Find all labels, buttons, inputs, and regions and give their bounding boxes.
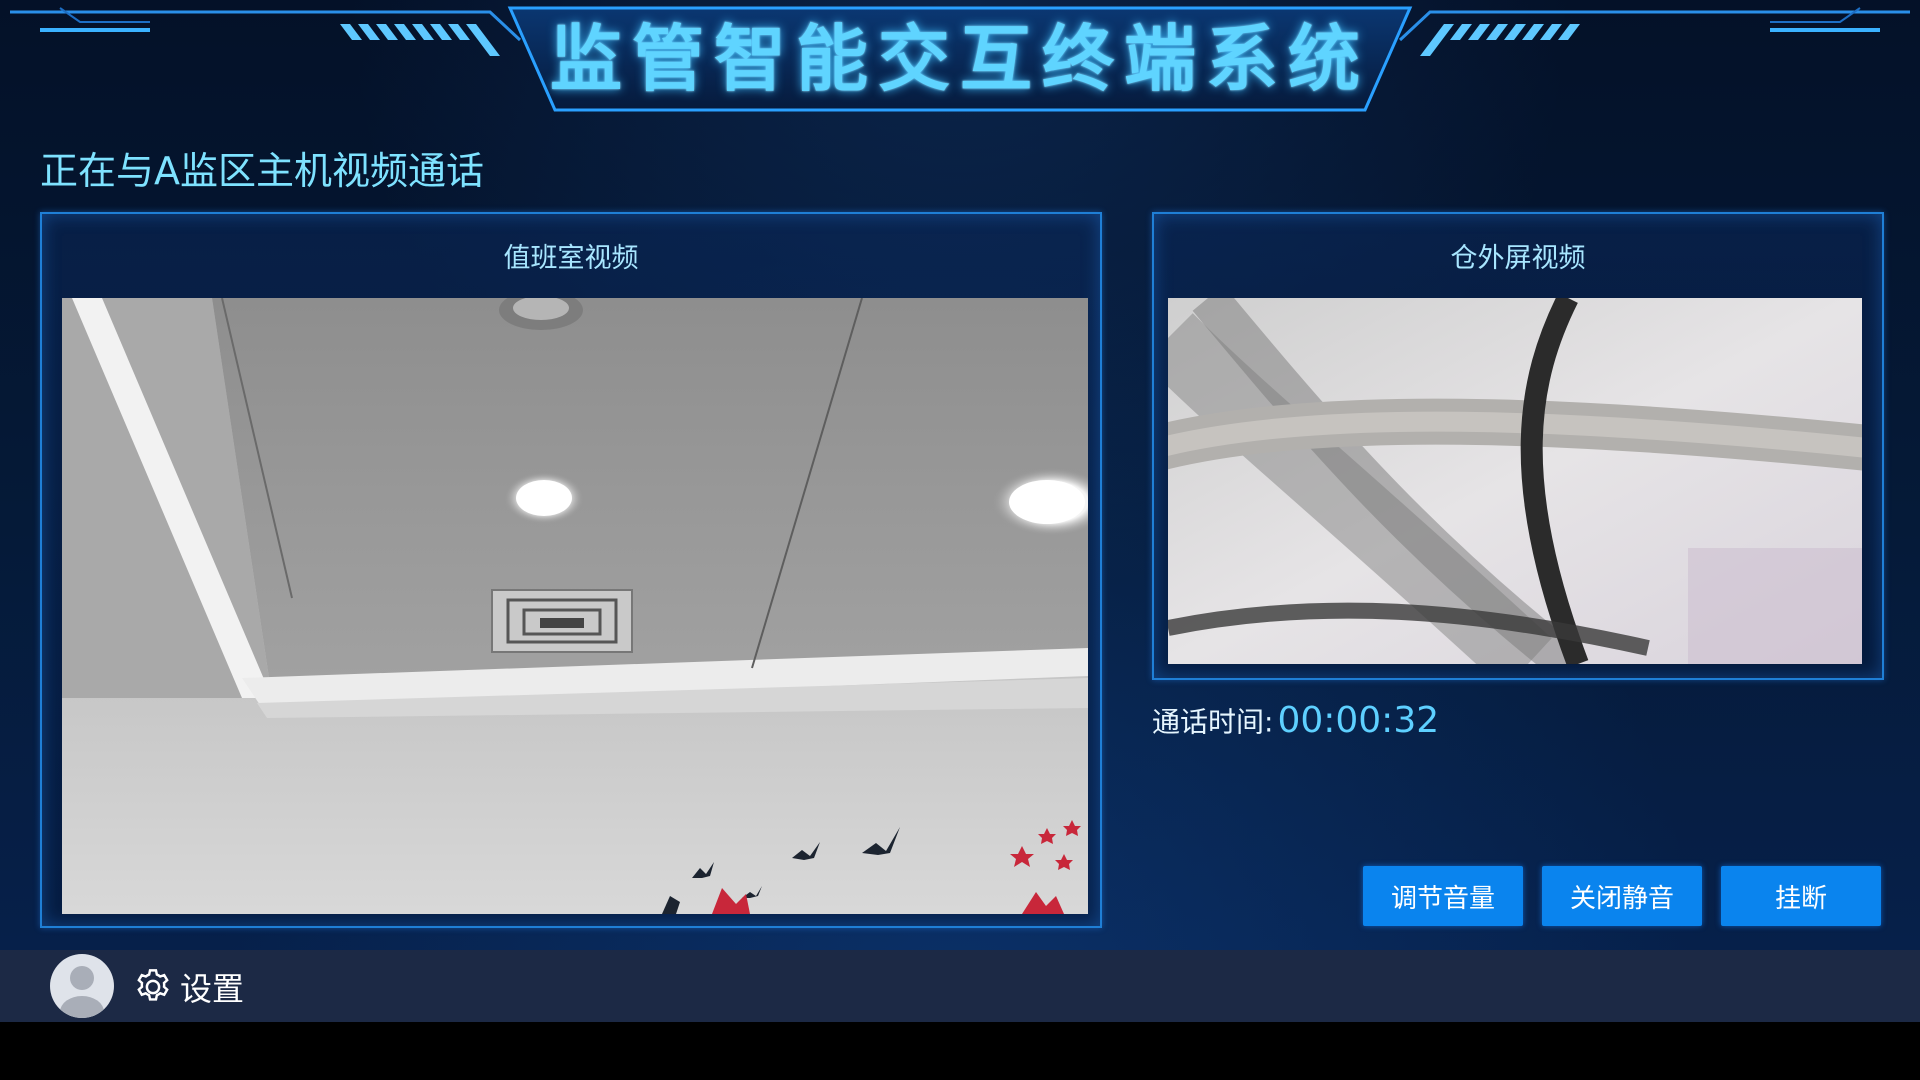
duty-room-video-panel: 值班室视频 [40,212,1102,928]
duty-room-video-feed[interactable] [62,298,1088,914]
call-duration-value: 00:00:32 [1277,700,1440,741]
outside-screen-video-title: 仓外屏视频 [1450,243,1586,274]
call-status-text: 正在与A监区主机视频通话 [40,149,484,193]
adjust-volume-button[interactable]: 调节音量 [1363,866,1523,926]
bottom-bar: 设置 [0,950,1920,1022]
outside-screen-video-feed[interactable] [1168,298,1862,664]
duty-room-video-title: 值班室视频 [503,243,639,274]
duty-room-video-image [62,298,1088,914]
mute-toggle-button[interactable]: 关闭静音 [1542,866,1702,926]
main-screen: 监管智能交互终端系统 正在与A监区主机视频通话 值班室视频 仓外屏视频 通话时间… [0,0,1920,950]
call-duration: 通话时间: 00:00:32 [1152,700,1439,741]
settings-label: 设置 [180,970,245,1008]
outside-screen-video-panel: 仓外屏视频 [1152,212,1884,680]
gear-icon [137,969,169,1001]
settings-button[interactable]: 设置 [132,962,244,1012]
app-title: 监管智能交互终端系统 [549,17,1370,101]
call-duration-label: 通话时间: [1152,705,1274,739]
hangup-button[interactable]: 挂断 [1721,866,1881,926]
avatar-icon[interactable] [50,954,114,1018]
outside-screen-video-image [1168,298,1862,664]
